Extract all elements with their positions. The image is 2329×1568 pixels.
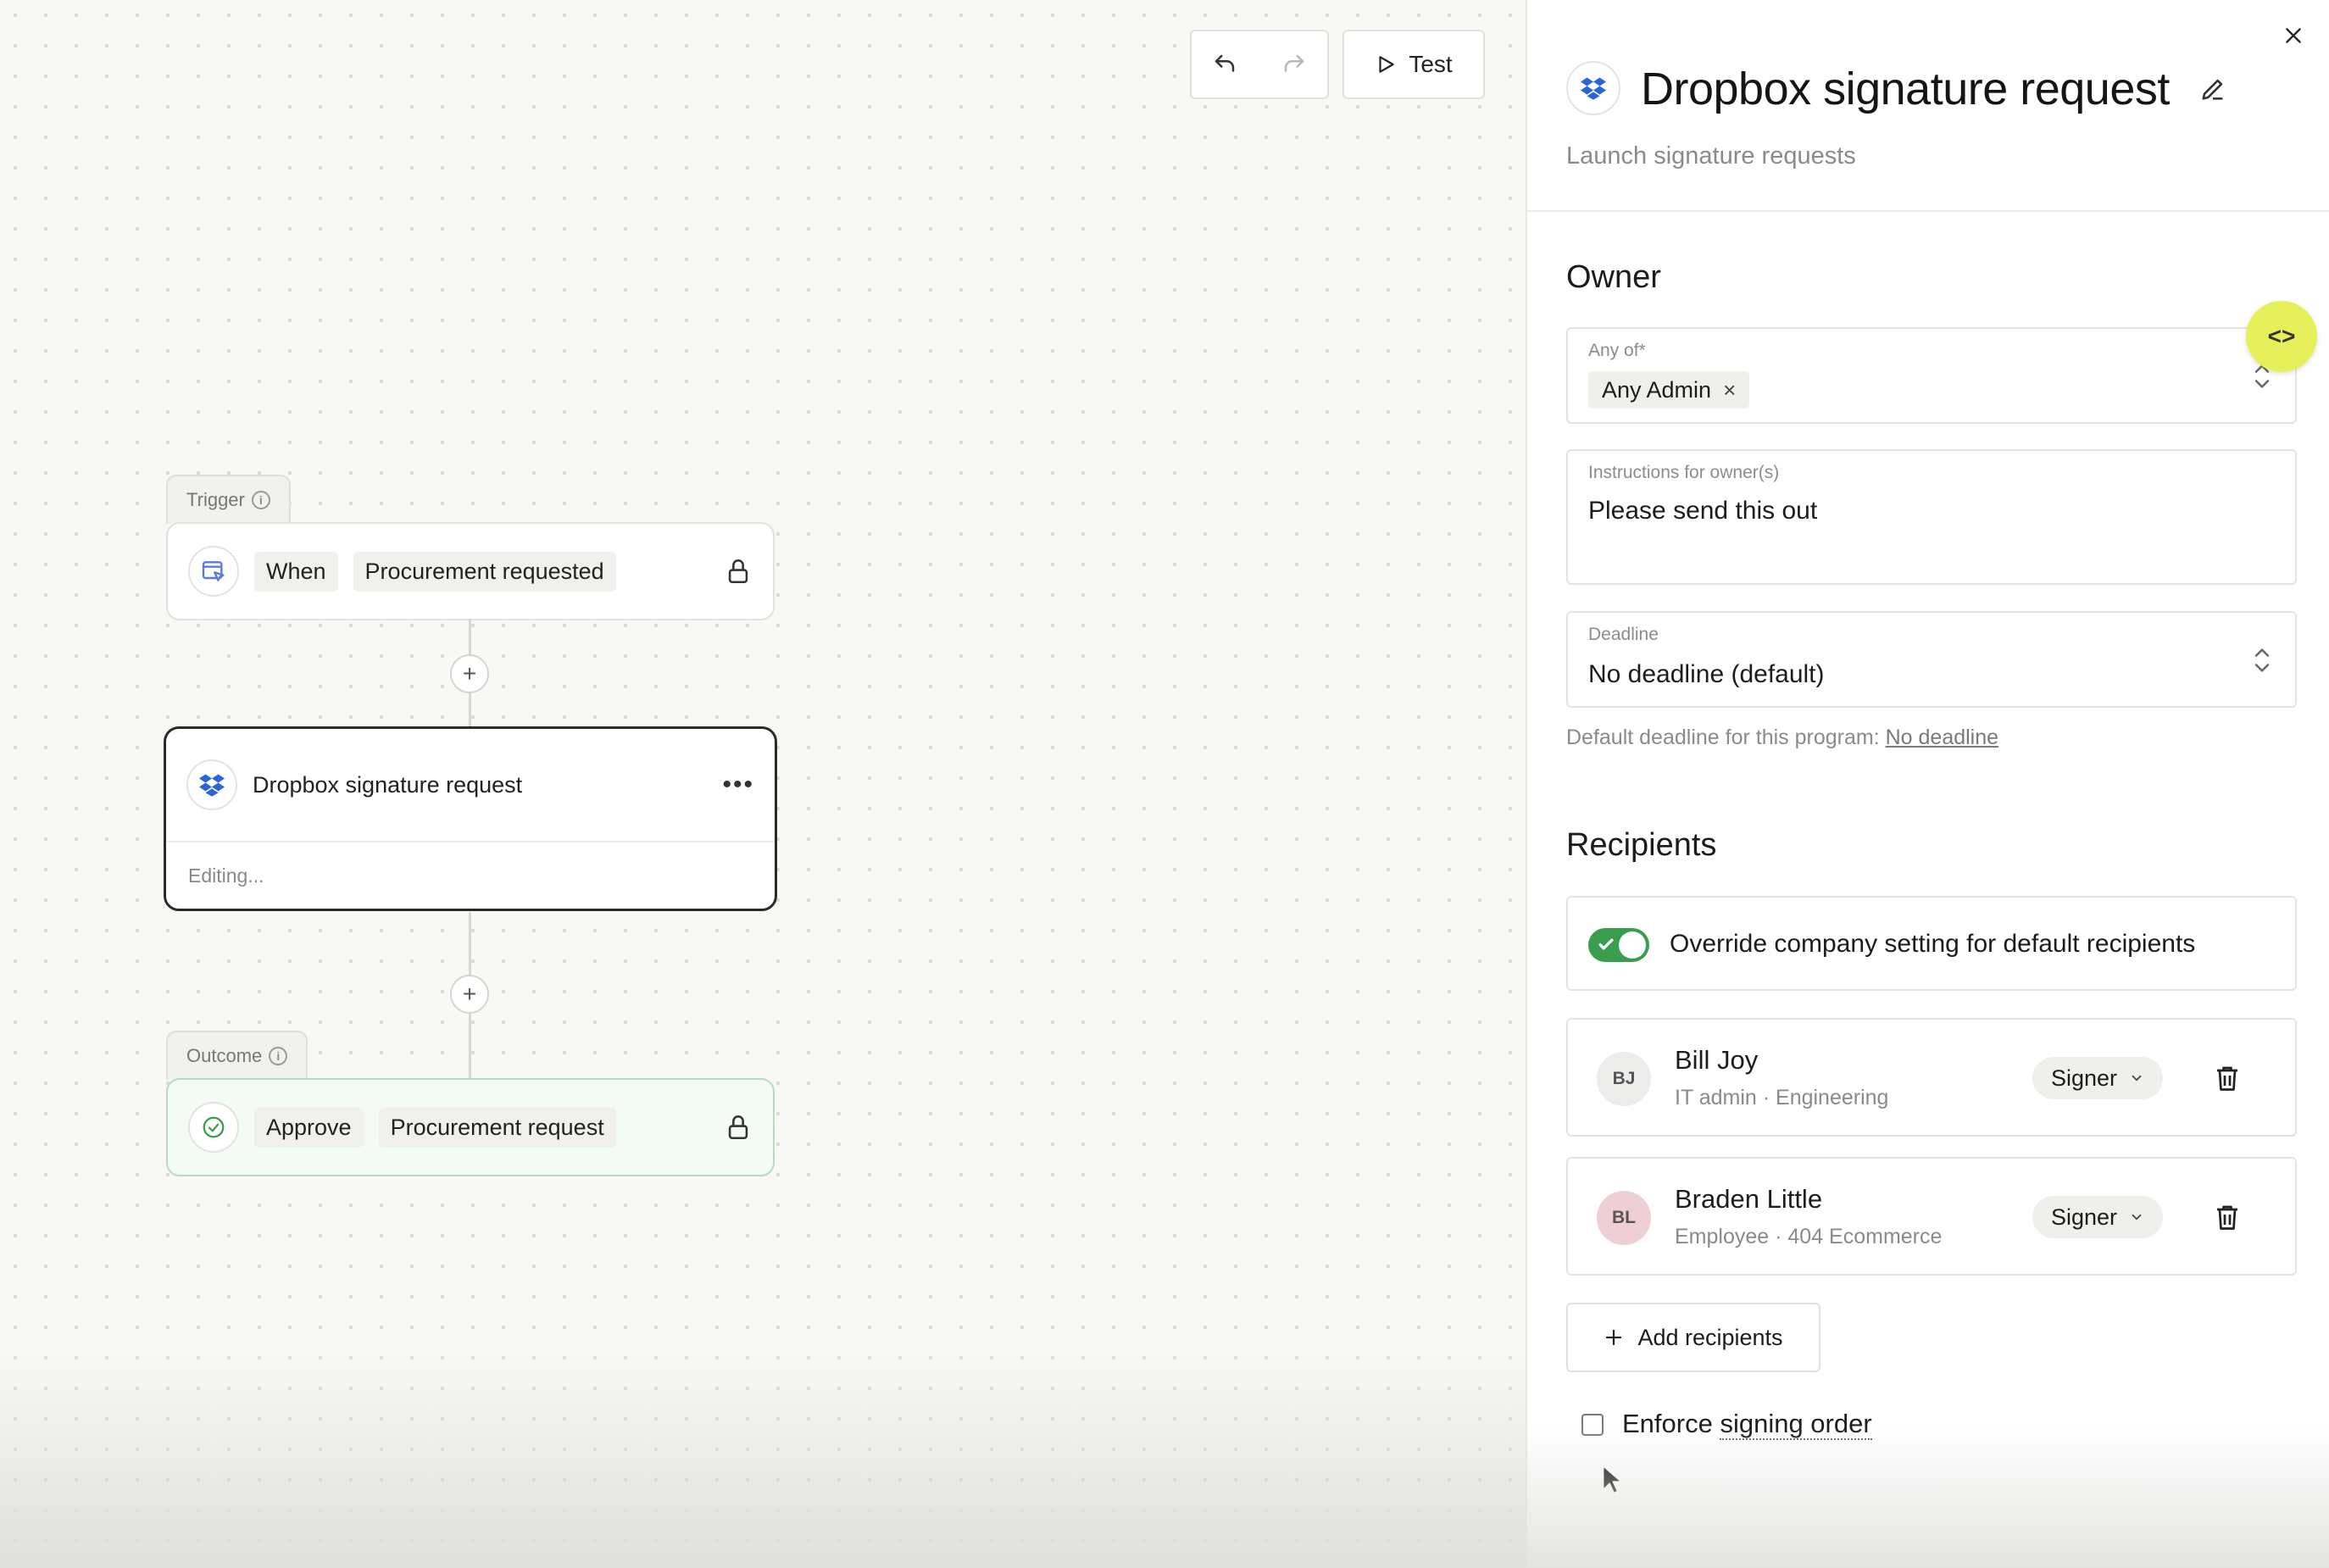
recipients-section-title: Recipients (1566, 827, 1717, 863)
deadline-value: No deadline (default) (1588, 660, 1825, 688)
deadline-select[interactable]: Deadline No deadline (default) (1566, 611, 2297, 708)
panel-title: Dropbox signature request (1641, 64, 2170, 114)
trigger-when-pill: When (254, 551, 338, 592)
dropbox-icon (1566, 61, 1620, 115)
deadline-hint: Default deadline for this program: No de… (1566, 726, 1998, 750)
any-of-label: Any of* (1588, 341, 1646, 360)
chip-label: Any Admin (1602, 376, 1712, 403)
owner-chip-any-admin: Any Admin × (1588, 371, 1750, 409)
trigger-event-pill: Procurement requested (353, 551, 616, 592)
panel-subtitle: Launch signature requests (1566, 142, 1856, 170)
chevron-down-icon (2132, 1214, 2142, 1220)
workflow-canvas[interactable]: Test Trigger i When Procurement requeste… (0, 0, 1526, 1568)
owner-section-title: Owner (1566, 259, 1661, 295)
chevron-down-icon (2132, 1075, 2142, 1081)
undo-redo-group (1190, 30, 1329, 99)
deadline-label: Deadline (1588, 625, 1659, 644)
owner-any-of-field[interactable]: Any of* Any Admin × (1566, 327, 2297, 424)
edit-pencil-icon[interactable] (2198, 75, 2227, 103)
check-circle-icon (188, 1102, 239, 1153)
signing-order-term: signing order (1720, 1409, 1872, 1440)
instructions-value: Please send this out (1588, 497, 1818, 525)
trash-icon[interactable] (2212, 1062, 2243, 1094)
trigger-node[interactable]: When Procurement requested (166, 522, 775, 620)
recipient-row: BJ Bill Joy IT admin · Engineering Signe… (1566, 1018, 2297, 1137)
recipient-name: Braden Little (1675, 1184, 1823, 1214)
recipient-meta: Employee · 404 Ecommerce (1675, 1225, 1943, 1248)
outcome-action-pill: Approve (254, 1107, 364, 1148)
deadline-hint-text: Default deadline for this program: (1566, 726, 1880, 749)
enforce-signing-order-label: Enforce signing order (1622, 1409, 1872, 1440)
override-recipients-row: Override company setting for default rec… (1566, 896, 2297, 991)
add-recipients-button[interactable]: Add recipients (1566, 1303, 1820, 1372)
instructions-field[interactable]: Instructions for owner(s) Please send th… (1566, 449, 2297, 585)
avatar: BJ (1597, 1052, 1651, 1106)
redo-icon[interactable] (1277, 47, 1311, 81)
override-toggle[interactable] (1588, 928, 1649, 962)
trigger-tab: Trigger i (166, 475, 291, 524)
deadline-hint-link[interactable]: No deadline (1886, 726, 1998, 749)
instructions-label: Instructions for owner(s) (1588, 463, 1780, 482)
undo-icon[interactable] (1208, 47, 1242, 81)
add-step-button[interactable]: + (450, 975, 489, 1014)
add-recipients-label: Add recipients (1637, 1324, 1783, 1350)
dropbox-action-node[interactable]: Dropbox signature request ••• Editing... (164, 726, 777, 911)
more-options-icon[interactable]: ••• (722, 772, 754, 798)
outcome-target-pill: Procurement request (378, 1107, 616, 1148)
recipient-row: BL Braden Little Employee · 404 Ecommerc… (1566, 1157, 2297, 1276)
form-trigger-icon (188, 546, 239, 597)
check-icon (1598, 938, 1614, 950)
play-icon (1379, 56, 1395, 73)
info-icon[interactable]: i (251, 491, 270, 509)
test-label: Test (1409, 51, 1453, 77)
avatar: BL (1597, 1191, 1651, 1245)
plus-icon (1606, 1329, 1622, 1346)
role-select[interactable]: Signer (2032, 1196, 2164, 1238)
lock-icon (728, 559, 748, 584)
test-button[interactable]: Test (1342, 30, 1485, 99)
close-icon[interactable] (2276, 19, 2310, 53)
action-node-status: Editing... (166, 841, 775, 909)
code-toggle-button[interactable]: <> (2246, 301, 2317, 372)
chevron-updown-icon (2254, 648, 2270, 672)
role-label: Signer (2051, 1204, 2118, 1230)
role-label: Signer (2051, 1065, 2118, 1091)
trash-icon[interactable] (2212, 1201, 2243, 1233)
enforce-label-prefix: Enforce (1622, 1409, 1720, 1438)
remove-chip-icon[interactable]: × (1723, 377, 1736, 403)
dropbox-icon (186, 759, 237, 810)
recipient-name: Bill Joy (1675, 1045, 1759, 1075)
enforce-signing-order-checkbox[interactable] (1581, 1414, 1604, 1436)
divider (1527, 210, 2329, 212)
lock-icon (728, 1115, 748, 1140)
recipient-meta: IT admin · Engineering (1675, 1086, 1889, 1109)
role-select[interactable]: Signer (2032, 1057, 2164, 1099)
outcome-tab: Outcome i (166, 1031, 308, 1080)
add-step-button[interactable]: + (450, 654, 489, 693)
trigger-tab-label: Trigger (186, 489, 245, 510)
info-icon[interactable]: i (269, 1047, 288, 1065)
override-label: Override company setting for default rec… (1670, 930, 2196, 958)
action-node-title: Dropbox signature request (253, 771, 523, 798)
outcome-tab-label: Outcome (186, 1045, 263, 1066)
mouse-cursor-icon (1602, 1465, 1622, 1494)
outcome-node[interactable]: Approve Procurement request (166, 1078, 775, 1176)
toggle-knob (1619, 931, 1646, 959)
